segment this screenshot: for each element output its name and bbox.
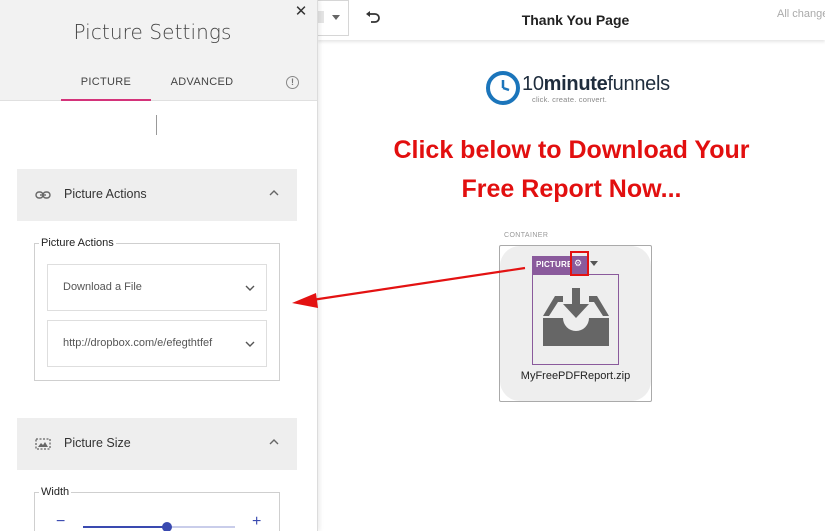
panel-header: Picture Settings ✕ PICTURE ADVANCED ! — [0, 0, 317, 101]
section-label: Picture Actions — [64, 187, 147, 201]
link-icon — [35, 191, 51, 199]
picture-settings-panel: Picture Settings ✕ PICTURE ADVANCED ! Pi… — [0, 0, 318, 531]
action-type-select[interactable]: Download a File — [47, 264, 267, 311]
editor-topbar: Thank You Page All changes saved — [318, 0, 825, 40]
slider-handle[interactable] — [161, 522, 172, 531]
tab-picture[interactable]: PICTURE — [61, 76, 151, 101]
info-icon[interactable]: ! — [286, 76, 299, 89]
device-select[interactable] — [318, 0, 349, 36]
width-group: Width — [34, 486, 280, 531]
brand-logo: 10minutefunnels click. create. convert. — [485, 70, 675, 110]
chevron-down-icon — [245, 341, 255, 347]
chevron-down-icon — [245, 285, 255, 291]
section-picture-actions[interactable]: Picture Actions — [17, 169, 297, 221]
group-legend: Picture Actions — [41, 237, 114, 249]
page-title: Thank You Page — [521, 12, 630, 28]
file-url-select[interactable]: http://dropbox.com/e/efegthtfef — [47, 320, 267, 367]
panel-title: Picture Settings — [73, 20, 232, 44]
download-tray-icon — [543, 288, 609, 346]
logo-minute: minute — [543, 73, 608, 95]
group-legend: Width — [41, 486, 70, 498]
logo-wordmark: 10minutefunnels — [522, 73, 670, 96]
logo-tagline: click. create. convert. — [532, 95, 608, 104]
clock-icon — [486, 71, 520, 105]
select-value: http://dropbox.com/e/efegthtfef — [63, 337, 213, 349]
save-status: All changes saved — [777, 8, 825, 20]
logo-funnels: funnels — [607, 73, 670, 95]
chevron-up-icon[interactable] — [268, 435, 280, 449]
select-value: Download a File — [63, 281, 142, 293]
slider-fill — [83, 526, 167, 528]
device-chip — [318, 11, 324, 23]
gear-icon: ⚙ — [574, 258, 583, 268]
width-slider[interactable] — [83, 522, 235, 531]
tab-advanced[interactable]: ADVANCED — [170, 76, 234, 88]
minus-icon[interactable]: − — [56, 514, 65, 530]
chevron-down-icon — [332, 15, 340, 20]
image-size-icon — [35, 438, 51, 450]
picture-settings-button[interactable]: ⚙ — [570, 251, 589, 276]
plus-icon[interactable]: + — [252, 514, 261, 530]
caret-down-icon[interactable] — [590, 261, 598, 267]
logo-number: 10 — [522, 73, 544, 95]
headline-line-1[interactable]: Click below to Download Your — [318, 136, 825, 165]
section-label: Picture Size — [64, 436, 131, 450]
divider — [156, 115, 157, 135]
file-caption[interactable]: MyFreePDFReport.zip — [500, 370, 651, 382]
undo-icon[interactable] — [365, 10, 381, 24]
chevron-up-icon[interactable] — [268, 186, 280, 200]
container-label: CONTAINER — [504, 232, 549, 239]
headline-line-2[interactable]: Free Report Now... — [318, 175, 825, 204]
section-picture-size[interactable]: Picture Size — [17, 418, 297, 470]
close-icon[interactable]: ✕ — [292, 3, 310, 21]
